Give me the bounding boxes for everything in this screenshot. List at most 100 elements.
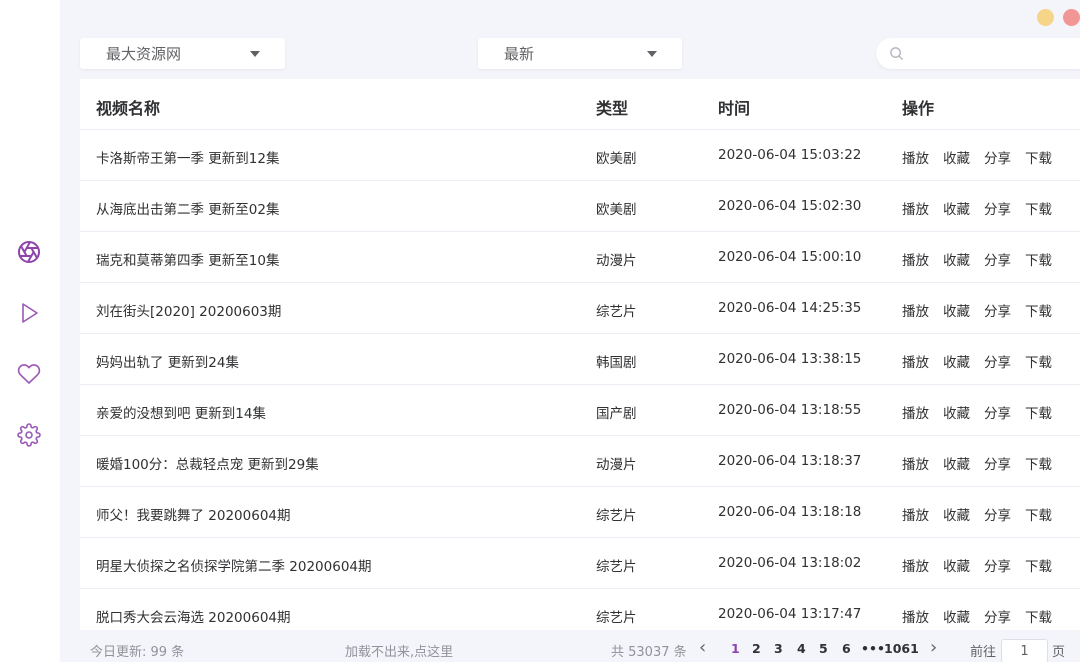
video-name[interactable]: 从海底出击第二季 更新至02集	[96, 198, 279, 218]
share-button[interactable]: 分享	[984, 555, 1011, 575]
sidebar-item-favorites[interactable]	[14, 359, 44, 389]
play-button[interactable]: 播放	[902, 453, 929, 473]
play-button[interactable]: 播放	[902, 351, 929, 371]
share-button[interactable]: 分享	[984, 453, 1011, 473]
share-button[interactable]: 分享	[984, 351, 1011, 371]
video-time: 2020-06-04 13:38:15	[718, 351, 862, 367]
share-button[interactable]: 分享	[984, 606, 1011, 626]
row-actions: 播放 收藏 分享 下载	[902, 300, 1066, 320]
next-page-button[interactable]: ›	[930, 637, 937, 658]
share-button[interactable]: 分享	[984, 504, 1011, 524]
video-type: 综艺片	[596, 559, 637, 575]
favorite-button[interactable]: 收藏	[943, 402, 970, 422]
page-number[interactable]: 1	[731, 641, 740, 656]
video-name[interactable]: 妈妈出轨了 更新到24集	[96, 351, 239, 371]
fallback-link[interactable]: 加载不出来,点这里	[345, 641, 453, 660]
video-name[interactable]: 明星大侦探之名侦探学院第二季 20200604期	[96, 555, 372, 575]
video-name[interactable]: 卡洛斯帝王第一季 更新到12集	[96, 147, 279, 167]
header-name: 视频名称	[96, 99, 161, 118]
page-number[interactable]: 1061	[884, 641, 919, 656]
heart-icon	[17, 364, 41, 384]
video-time: 2020-06-04 15:02:30	[718, 198, 862, 214]
favorite-button[interactable]: 收藏	[943, 555, 970, 575]
video-type: 动漫片	[596, 457, 637, 473]
row-actions: 播放 收藏 分享 下载	[902, 555, 1066, 575]
page-number[interactable]: 3	[774, 641, 783, 656]
table-row: 卡洛斯帝王第一季 更新到12集 欧美剧 2020-06-04 15:03:22 播放收…	[80, 130, 1080, 181]
sort-select[interactable]: 最新	[478, 38, 682, 69]
play-button[interactable]: 播放	[902, 198, 929, 218]
sidebar-item-aperture[interactable]	[14, 237, 44, 267]
favorite-button[interactable]: 收藏	[943, 453, 970, 473]
header-time: 时间	[718, 99, 751, 118]
video-name[interactable]: 暖婚100分：总裁轻点宠 更新到29集	[96, 453, 319, 473]
favorite-button[interactable]: 收藏	[943, 249, 970, 269]
search-icon	[890, 47, 904, 61]
video-type: 综艺片	[596, 304, 637, 320]
header-type: 类型	[596, 99, 629, 118]
table-row: 暖婚100分：总裁轻点宠 更新到29集 动漫片 2020-06-04 13:18:3…	[80, 436, 1080, 487]
page-number[interactable]: 4	[797, 641, 806, 656]
aperture-icon	[18, 241, 40, 263]
today-update-count: 今日更新: 99 条	[90, 645, 185, 660]
play-button[interactable]: 播放	[902, 402, 929, 422]
table-row: 师父！我要跳舞了 20200604期 综艺片 2020-06-04 13:18:18…	[80, 487, 1080, 538]
play-button[interactable]: 播放	[902, 555, 929, 575]
video-time: 2020-06-04 13:18:02	[718, 555, 862, 571]
favorite-button[interactable]: 收藏	[943, 606, 970, 626]
video-name[interactable]: 师父！我要跳舞了 20200604期	[96, 504, 291, 524]
sort-select-value: 最新	[504, 45, 535, 63]
favorite-button[interactable]: 收藏	[943, 504, 970, 524]
play-button[interactable]: 播放	[902, 249, 929, 269]
search-input[interactable]	[912, 42, 1072, 65]
download-button[interactable]: 下载	[1025, 147, 1052, 167]
download-button[interactable]: 下载	[1025, 402, 1052, 422]
sidebar-item-settings[interactable]	[14, 420, 44, 450]
video-type: 韩国剧	[596, 355, 637, 371]
share-button[interactable]: 分享	[984, 300, 1011, 320]
download-button[interactable]: 下载	[1025, 249, 1052, 269]
download-button[interactable]: 下载	[1025, 555, 1052, 575]
header-actions: 操作	[902, 99, 935, 118]
favorite-button[interactable]: 收藏	[943, 147, 970, 167]
source-select[interactable]: 最大资源网	[80, 38, 285, 69]
sidebar-item-play[interactable]	[14, 298, 44, 328]
page-number[interactable]: 6	[842, 641, 851, 656]
chevron-down-icon	[647, 51, 657, 57]
favorite-button[interactable]: 收藏	[943, 300, 970, 320]
page-number[interactable]: 2	[752, 641, 761, 656]
prev-page-button[interactable]: ‹	[699, 637, 706, 658]
row-actions: 播放 收藏 分享 下载	[902, 453, 1066, 473]
download-button[interactable]: 下载	[1025, 300, 1052, 320]
share-button[interactable]: 分享	[984, 402, 1011, 422]
table-row: 从海底出击第二季 更新至02集 欧美剧 2020-06-04 15:02:30 播放收…	[80, 181, 1080, 232]
download-button[interactable]: 下载	[1025, 504, 1052, 524]
download-button[interactable]: 下载	[1025, 606, 1052, 626]
play-button[interactable]: 播放	[902, 147, 929, 167]
download-button[interactable]: 下载	[1025, 453, 1052, 473]
table-row: 瑞克和莫蒂第四季 更新至10集 动漫片 2020-06-04 15:00:10 播放收…	[80, 232, 1080, 283]
minimize-button[interactable]	[1037, 9, 1054, 26]
close-button[interactable]	[1063, 9, 1080, 26]
download-button[interactable]: 下载	[1025, 351, 1052, 371]
goto-unit: 页	[1052, 645, 1066, 660]
play-button[interactable]: 播放	[902, 504, 929, 524]
play-button[interactable]: 播放	[902, 606, 929, 626]
video-name[interactable]: 刘在街头[2020] 20200603期	[96, 300, 281, 320]
share-button[interactable]: 分享	[984, 249, 1011, 269]
play-button[interactable]: 播放	[902, 300, 929, 320]
video-name[interactable]: 亲爱的没想到吧 更新到14集	[96, 402, 266, 422]
page-number[interactable]: 5	[819, 641, 828, 656]
video-name[interactable]: 瑞克和莫蒂第四季 更新至10集	[96, 249, 279, 269]
share-button[interactable]: 分享	[984, 198, 1011, 218]
page-ellipsis[interactable]: •••	[861, 641, 885, 656]
play-icon	[22, 303, 38, 323]
download-button[interactable]: 下载	[1025, 198, 1052, 218]
video-name[interactable]: 脱口秀大会云海选 20200604期	[96, 606, 291, 626]
share-button[interactable]: 分享	[984, 147, 1011, 167]
favorite-button[interactable]: 收藏	[943, 351, 970, 371]
search-box	[876, 38, 1080, 69]
goto-page-input[interactable]	[1001, 639, 1048, 662]
video-table: 视频名称 类型 时间 操作 卡洛斯帝王第一季 更新到12集 欧美剧 2020-06-…	[80, 79, 1080, 630]
favorite-button[interactable]: 收藏	[943, 198, 970, 218]
